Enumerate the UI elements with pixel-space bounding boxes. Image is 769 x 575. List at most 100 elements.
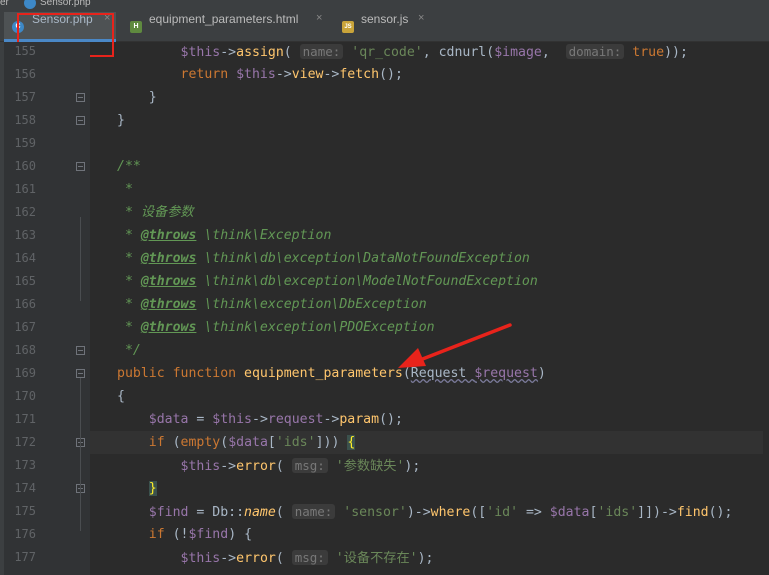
code-token: ( xyxy=(283,45,300,60)
code-line: */ xyxy=(90,339,769,362)
code-token: ) { xyxy=(228,527,253,542)
line-number: 163 xyxy=(14,228,36,242)
code-token: * 设备参数 xyxy=(117,205,194,220)
code-token: = Db:: xyxy=(188,505,245,520)
code-token: request xyxy=(267,412,324,427)
editor-scrollbar[interactable] xyxy=(763,42,769,575)
fold-guide xyxy=(80,217,81,301)
code-token: where xyxy=(430,505,471,520)
code-token: -> xyxy=(275,67,292,82)
code-token: -> xyxy=(220,45,237,60)
code-token: ])) xyxy=(315,435,348,450)
code-token: ( xyxy=(275,505,292,520)
code-token: * xyxy=(117,228,141,243)
code-token: ( xyxy=(220,435,229,450)
code-token: ( xyxy=(275,551,292,566)
code-token: \think\db\exception\DataNotFoundExceptio… xyxy=(196,251,530,266)
code-token: ( xyxy=(402,366,411,381)
code-token: @throws xyxy=(140,297,197,312)
parameter-hint: name: xyxy=(299,44,344,59)
fold-toggle-icon[interactable] xyxy=(76,346,85,355)
editor-gutter: 155 156 157 158 159 160 161 162 163 164 165 166 167 1… xyxy=(4,42,90,575)
code-token: 'ids' xyxy=(597,505,638,520)
parameter-hint: msg: xyxy=(291,458,328,473)
parameter-hint: msg: xyxy=(291,550,328,565)
line-number: 156 xyxy=(14,67,36,81)
code-token: $this xyxy=(180,551,221,566)
code-line: * @throws \think\Exception xyxy=(90,224,769,247)
line-number: 174 xyxy=(14,481,36,495)
code-token: $data xyxy=(228,435,268,450)
code-token: ) xyxy=(537,366,546,381)
code-token: ); xyxy=(417,551,434,566)
close-tab-icon[interactable]: × xyxy=(418,12,424,24)
code-editor[interactable]: $this->assign( name: 'qr_code', cdnurl($… xyxy=(90,42,769,575)
code-token: ( xyxy=(172,435,181,450)
code-token: return xyxy=(180,67,237,82)
js-file-icon: JS xyxy=(342,21,354,33)
code-token: if xyxy=(148,527,173,542)
breadcrumb-parent[interactable]: er xyxy=(0,0,9,8)
fold-toggle-icon[interactable] xyxy=(76,369,85,378)
tab-label: sensor.js xyxy=(361,12,409,26)
fold-toggle-icon[interactable] xyxy=(76,162,85,171)
code-token: 'qr_code' xyxy=(351,45,423,60)
code-token: -> xyxy=(220,459,237,474)
code-token: -> xyxy=(323,67,340,82)
code-token: [ xyxy=(267,435,276,450)
code-token: 'sensor' xyxy=(343,505,407,520)
line-number: 157 xyxy=(14,90,36,104)
line-number: 155 xyxy=(14,44,36,58)
code-token: -> xyxy=(252,412,268,427)
code-token: * xyxy=(117,182,133,197)
code-token: * xyxy=(117,274,141,289)
code-token: * xyxy=(117,320,141,335)
code-line: } xyxy=(90,477,769,500)
html-file-icon: H xyxy=(130,21,142,33)
code-token: fetch xyxy=(339,67,380,82)
code-line: * xyxy=(90,178,769,201)
code-token: 'ids' xyxy=(275,435,316,450)
line-number: 170 xyxy=(14,389,36,403)
fold-toggle-icon[interactable] xyxy=(76,93,85,102)
code-token: if xyxy=(148,435,173,450)
code-token: { xyxy=(347,435,356,450)
code-token: (); xyxy=(379,412,403,427)
code-line: if (empty($data['ids'])) { xyxy=(90,431,769,454)
code-line: $this->assign( name: 'qr_code', cdnurl($… xyxy=(90,42,769,63)
parameter-hint: name: xyxy=(291,504,336,519)
code-token: -> xyxy=(220,551,237,566)
code-line: /** xyxy=(90,155,769,178)
close-tab-icon[interactable]: × xyxy=(316,12,322,24)
line-number: 158 xyxy=(14,113,36,127)
line-number: 176 xyxy=(14,527,36,541)
code-line: public function equipment_parameters(Req… xyxy=(90,362,769,385)
code-token: '参数缺失' xyxy=(335,459,405,474)
code-line: * @throws \think\db\exception\ModelNotFo… xyxy=(90,270,769,293)
code-token: } xyxy=(117,113,125,128)
line-number: 165 xyxy=(14,274,36,288)
breadcrumb-file[interactable]: Sensor.php xyxy=(40,0,91,8)
code-token: ); xyxy=(404,459,421,474)
line-number: 160 xyxy=(14,159,36,173)
tab-sensor-js[interactable]: JS sensor.js × xyxy=(336,12,432,42)
code-line: return $this->view->fetch(); xyxy=(90,63,769,86)
fold-toggle-icon[interactable] xyxy=(76,116,85,125)
code-token: } xyxy=(148,481,157,496)
code-token: , xyxy=(541,45,566,60)
code-line: } xyxy=(90,86,769,109)
code-line: * @throws \think\exception\DbException xyxy=(90,293,769,316)
code-token: $image xyxy=(494,45,542,60)
line-number: 169 xyxy=(14,366,36,380)
line-number: 161 xyxy=(14,182,36,196)
code-line: $find = Db::name( name: 'sensor')->where… xyxy=(90,500,769,523)
tab-equipment-parameters-html[interactable]: H equipment_parameters.html × xyxy=(120,12,332,42)
